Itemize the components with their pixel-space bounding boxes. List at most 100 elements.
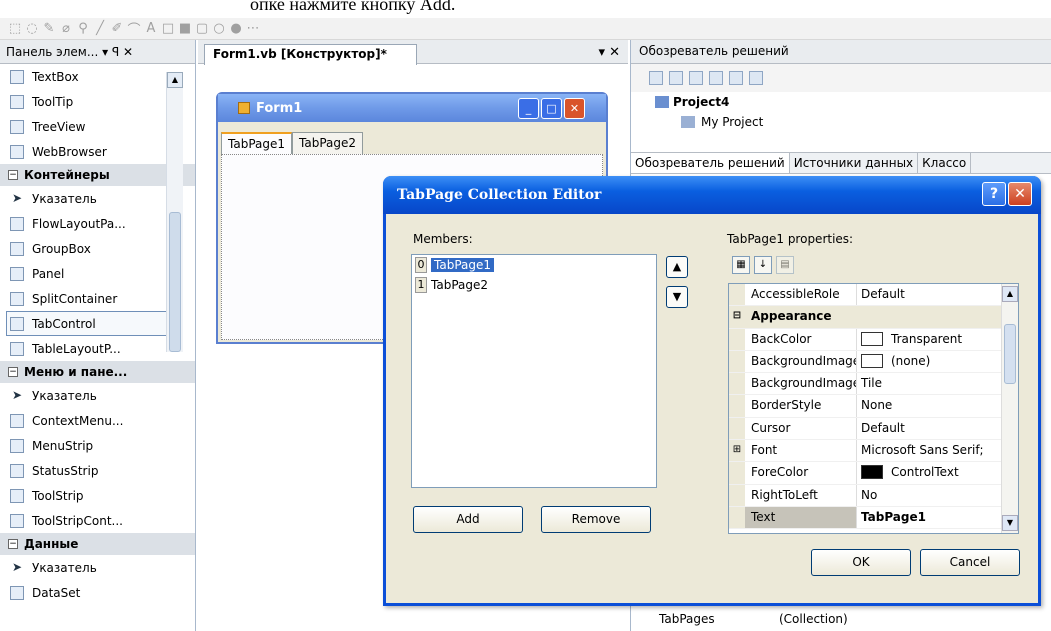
scroll-up-icon[interactable]: ▲ bbox=[1002, 286, 1018, 302]
property-value[interactable]: Microsoft Sans Serif; bbox=[857, 440, 1018, 461]
color-swatch bbox=[861, 465, 883, 480]
toolbox-scrollbar[interactable]: ▲ bbox=[166, 72, 183, 352]
class-diagram-icon[interactable] bbox=[749, 71, 763, 85]
member-item[interactable]: 1 TabPage2 bbox=[412, 275, 656, 295]
property-row[interactable]: Cursor Default bbox=[729, 417, 1018, 441]
options-icon[interactable]: ⋯ bbox=[246, 21, 260, 36]
collapse-icon[interactable]: ⊟ bbox=[729, 306, 745, 328]
property-row[interactable]: ⊞ Font Microsoft Sans Serif; bbox=[729, 440, 1018, 463]
move-up-button[interactable]: ▲ bbox=[666, 256, 688, 278]
member-item[interactable]: 0 TabPage1 bbox=[412, 255, 656, 275]
tab-data-sources[interactable]: Источники данных bbox=[790, 153, 919, 173]
scroll-thumb[interactable] bbox=[169, 212, 181, 352]
toolbox-item[interactable]: ToolStrip bbox=[0, 483, 195, 508]
my-project-label: My Project bbox=[701, 115, 764, 129]
scroll-down-icon[interactable]: ▼ bbox=[1002, 515, 1018, 531]
members-list[interactable]: 0 TabPage1 1 TabPage2 bbox=[411, 254, 657, 488]
toolbox-item[interactable]: TabControl bbox=[6, 311, 181, 336]
property-row[interactable]: BorderStyle None bbox=[729, 395, 1018, 418]
my-project-node[interactable]: My Project bbox=[631, 112, 1051, 132]
property-row[interactable]: BackgroundImage Tile bbox=[729, 373, 1018, 396]
refresh-icon[interactable] bbox=[689, 71, 703, 85]
ok-button[interactable]: OK bbox=[811, 549, 911, 576]
toolbox-item-label: Panel bbox=[32, 266, 65, 281]
expand-icon[interactable]: ⊞ bbox=[733, 444, 741, 455]
project-node[interactable]: Project4 bbox=[631, 92, 1051, 112]
help-icon[interactable]: ? bbox=[982, 182, 1006, 206]
toolbox-item[interactable]: ➤ Указатель bbox=[0, 555, 195, 580]
property-value[interactable]: ControlText bbox=[857, 462, 1018, 483]
property-row[interactable]: BackColor Transparent bbox=[729, 328, 1018, 351]
filled-ellipse-icon[interactable]: ● bbox=[229, 21, 243, 36]
property-category[interactable]: ⊟ Appearance bbox=[729, 306, 1018, 329]
close-icon[interactable]: ✕ bbox=[1008, 182, 1032, 206]
pencil-icon[interactable]: ✎ bbox=[42, 21, 56, 36]
scroll-up-icon[interactable]: ▲ bbox=[167, 72, 183, 88]
property-value[interactable]: No bbox=[857, 485, 1018, 506]
property-value[interactable]: Tile bbox=[857, 373, 1018, 394]
toolbox-item[interactable]: ContextMenu... bbox=[0, 408, 195, 433]
property-value[interactable]: None bbox=[857, 395, 1018, 416]
collapse-icon[interactable]: − bbox=[8, 367, 18, 377]
categorized-icon[interactable]: ▦ bbox=[732, 256, 750, 274]
filled-rect-icon[interactable]: ■ bbox=[178, 21, 192, 36]
control-icon bbox=[10, 463, 24, 478]
text-icon[interactable]: A bbox=[144, 21, 158, 36]
property-value[interactable]: (Collection) bbox=[779, 612, 848, 626]
view-code-icon[interactable] bbox=[709, 71, 723, 85]
lasso-icon[interactable]: ◌ bbox=[25, 21, 39, 36]
property-row[interactable]: AccessibleRole Default bbox=[729, 284, 1018, 307]
tab-form1-designer[interactable]: Form1.vb [Конструктор]* bbox=[204, 44, 417, 65]
solution-explorer-header: Обозреватель решений bbox=[631, 40, 1051, 64]
property-pages-icon[interactable]: ▤ bbox=[776, 256, 794, 274]
toolbox-category[interactable]: − Меню и пане... bbox=[0, 361, 195, 383]
property-grid-scrollbar[interactable]: ▲ ▼ bbox=[1001, 284, 1018, 533]
property-value[interactable]: TabPage1 bbox=[857, 507, 1018, 528]
property-row[interactable]: RightToLeft No bbox=[729, 484, 1018, 507]
treeview-icon bbox=[10, 119, 24, 134]
tab-class-view[interactable]: Классо bbox=[918, 153, 972, 173]
show-all-icon[interactable] bbox=[669, 71, 683, 85]
rectangle-icon[interactable]: □ bbox=[161, 21, 175, 36]
eraser-icon[interactable]: ⌀ bbox=[59, 21, 73, 36]
add-button[interactable]: Add bbox=[413, 506, 523, 533]
rounded-rect-icon[interactable]: ▢ bbox=[195, 21, 209, 36]
property-row[interactable]: ForeColor ControlText bbox=[729, 462, 1018, 485]
alphabetical-icon[interactable]: ↓ bbox=[754, 256, 772, 274]
members-label: Members: bbox=[413, 232, 473, 246]
collapse-icon[interactable]: − bbox=[8, 170, 18, 180]
my-project-icon bbox=[681, 116, 695, 128]
property-value[interactable]: Default bbox=[857, 418, 1018, 439]
property-value[interactable]: Default bbox=[857, 284, 1018, 305]
ellipse-icon[interactable]: ○ bbox=[212, 21, 226, 36]
tab-controls[interactable]: ▾ ✕ bbox=[598, 45, 620, 60]
zoom-icon[interactable]: ⚲ bbox=[76, 21, 90, 36]
cancel-button[interactable]: Cancel bbox=[920, 549, 1020, 576]
tab-tabpage1[interactable]: TabPage1 bbox=[221, 132, 292, 154]
toolbox-item-label: StatusStrip bbox=[32, 463, 99, 478]
property-row[interactable]: Text TabPage1 bbox=[729, 506, 1018, 530]
line-icon[interactable]: ╱ bbox=[93, 21, 107, 36]
tab-solution-explorer[interactable]: Обозреватель решений bbox=[631, 153, 790, 173]
toolbox-item[interactable]: ➤ Указатель bbox=[0, 383, 195, 408]
property-row[interactable]: BackgroundImage (none) bbox=[729, 350, 1018, 374]
toolbox-item[interactable]: MenuStrip bbox=[0, 433, 195, 458]
properties-icon[interactable] bbox=[649, 71, 663, 85]
toolbox-item[interactable]: ToolStripCont... bbox=[0, 508, 195, 533]
member-name: TabPage1 bbox=[431, 258, 494, 272]
property-value[interactable]: (none) bbox=[857, 351, 1018, 372]
toolbox-category[interactable]: − Данные bbox=[0, 533, 195, 555]
pen-icon[interactable]: ✐ bbox=[110, 21, 124, 36]
view-designer-icon[interactable] bbox=[729, 71, 743, 85]
select-icon[interactable]: ⬚ bbox=[8, 21, 22, 36]
tab-tabpage2[interactable]: TabPage2 bbox=[292, 132, 363, 154]
property-value[interactable]: Transparent bbox=[857, 329, 1018, 350]
remove-button[interactable]: Remove bbox=[541, 506, 651, 533]
collapse-icon[interactable]: − bbox=[8, 539, 18, 549]
arc-icon[interactable]: ⌒ bbox=[127, 19, 141, 38]
toolbox-item[interactable]: DataSet bbox=[0, 580, 195, 605]
scroll-thumb[interactable] bbox=[1004, 324, 1016, 384]
move-down-button[interactable]: ▼ bbox=[666, 286, 688, 308]
toolbox-item[interactable]: StatusStrip bbox=[0, 458, 195, 483]
dialog-title: TabPage Collection Editor bbox=[397, 187, 602, 203]
